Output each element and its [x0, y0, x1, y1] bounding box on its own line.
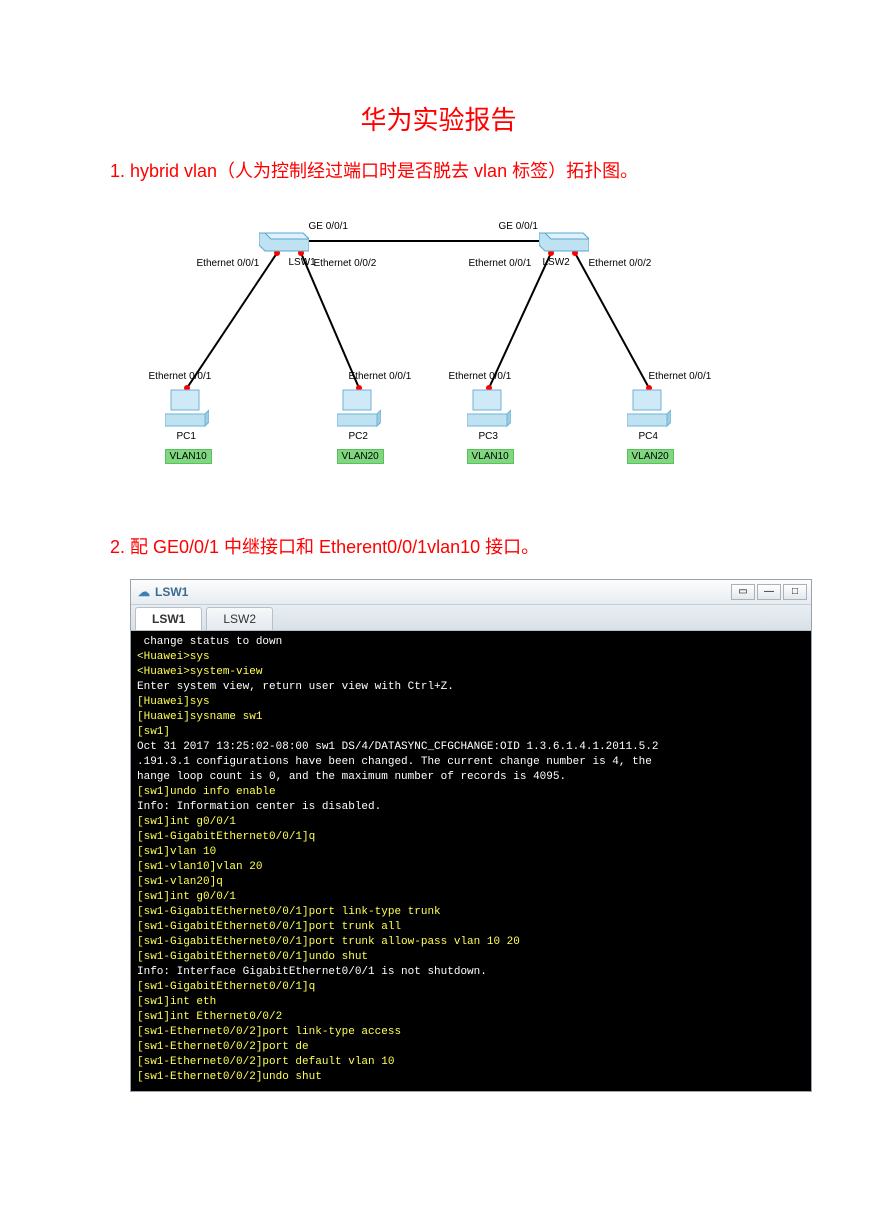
- pc3-label: PC3: [479, 431, 498, 442]
- tab-bar: LSW1 LSW2: [131, 605, 811, 631]
- terminal-window: ☁ LSW1 ▭ — □ LSW1 LSW2 change status to …: [130, 579, 812, 1092]
- pc4-icon: [627, 388, 671, 430]
- pc3-vlan-tag: VLAN10: [467, 449, 514, 464]
- terminal-output[interactable]: change status to down <Huawei>sys <Huawe…: [131, 631, 811, 1091]
- pc1-label: PC1: [177, 431, 196, 442]
- port-label-ge-left: GE 0/0/1: [309, 221, 348, 232]
- page-title: 华为实验报告: [110, 100, 767, 137]
- switch-lsw2-icon: [539, 231, 589, 253]
- port-label-lsw1-eth002: Ethernet 0/0/2: [314, 258, 377, 269]
- pc2-label: PC2: [349, 431, 368, 442]
- pc4-vlan-tag: VLAN20: [627, 449, 674, 464]
- port-label-pc3-eth: Ethernet 0/0/1: [449, 371, 512, 382]
- pc1-icon: [165, 388, 209, 430]
- port-label-ge-right: GE 0/0/1: [499, 221, 538, 232]
- window-maximize-button[interactable]: □: [783, 584, 807, 600]
- tab-lsw2[interactable]: LSW2: [206, 607, 273, 630]
- tab-lsw1[interactable]: LSW1: [135, 607, 202, 630]
- pc2-icon: [337, 388, 381, 430]
- pc3-icon: [467, 388, 511, 430]
- pc4-label: PC4: [639, 431, 658, 442]
- window-extra-button[interactable]: ▭: [731, 584, 755, 600]
- section-2-heading: 2. 配 GE0/0/1 中继接口和 Etherent0/0/1vlan10 接…: [110, 533, 767, 559]
- port-label-pc2-eth: Ethernet 0/0/1: [349, 371, 412, 382]
- port-label-lsw1-eth001: Ethernet 0/0/1: [197, 258, 260, 269]
- switch-lsw1-icon: [259, 231, 309, 253]
- window-minimize-button[interactable]: —: [757, 584, 781, 600]
- app-icon: ☁: [137, 585, 151, 599]
- port-label-lsw2-eth002: Ethernet 0/0/2: [589, 258, 652, 269]
- pc2-vlan-tag: VLAN20: [337, 449, 384, 464]
- port-label-pc1-eth: Ethernet 0/0/1: [149, 371, 212, 382]
- switch-lsw1-label: LSW1: [289, 257, 316, 268]
- port-label-lsw2-eth001: Ethernet 0/0/1: [469, 258, 532, 269]
- pc1-vlan-tag: VLAN10: [165, 449, 212, 464]
- section-1-heading: 1. hybrid vlan（人为控制经过端口时是否脱去 vlan 标签）拓扑图…: [110, 157, 767, 183]
- switch-lsw2-label: LSW2: [543, 257, 570, 268]
- window-title-text: LSW1: [155, 585, 188, 599]
- port-label-pc4-eth: Ethernet 0/0/1: [649, 371, 712, 382]
- window-titlebar: ☁ LSW1 ▭ — □: [131, 580, 811, 605]
- topology-diagram: LSW1 LSW2 GE 0/0/1 GE 0/0/1 Ethernet 0/0…: [119, 203, 759, 493]
